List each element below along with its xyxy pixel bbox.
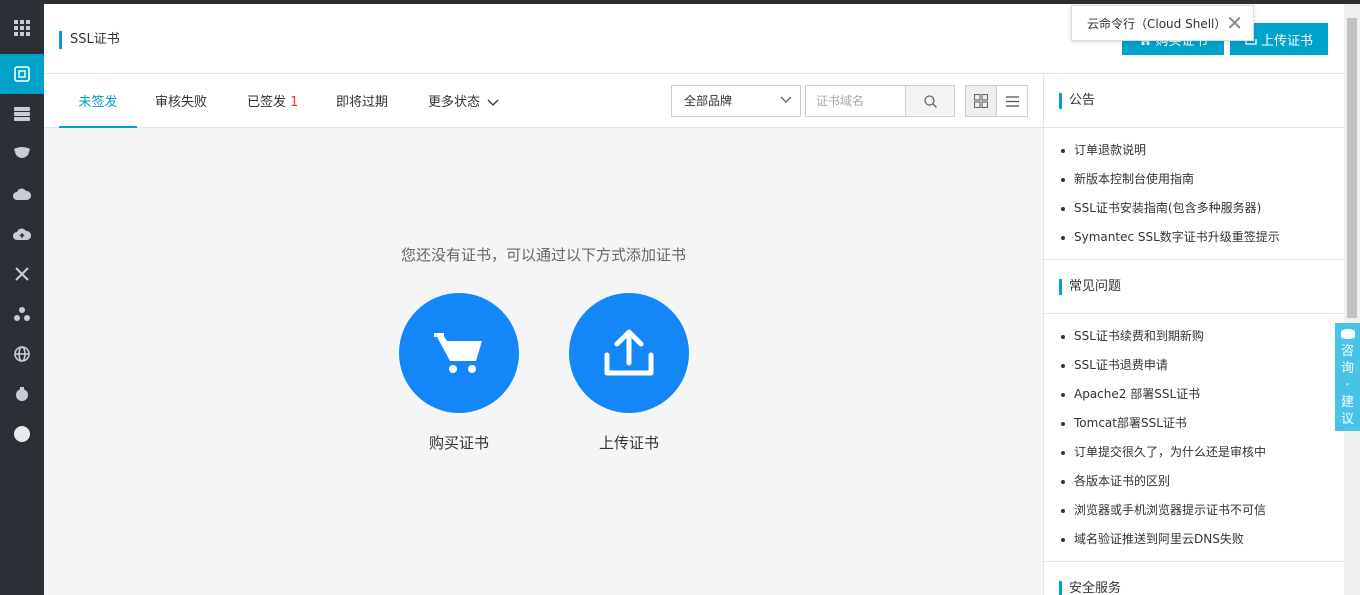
grid-view-icon (974, 94, 988, 108)
shield-icon[interactable] (0, 134, 44, 174)
faq-link[interactable]: 订单提交很久了，为什么还是审核中 (1044, 438, 1344, 467)
faq-link[interactable]: 浏览器或手机浏览器提示证书不可信 (1044, 496, 1344, 525)
shopping-cart-icon (434, 333, 482, 373)
announcements-header: 公告 (1044, 74, 1344, 128)
faq-link[interactable]: SSL证书续费和到期新购 (1044, 322, 1344, 351)
consult-char: 议 (1340, 412, 1354, 427)
announcement-link[interactable]: 订单退款说明 (1044, 136, 1344, 165)
chevron-down-icon (780, 96, 792, 103)
left-nav (0, 4, 44, 595)
search-icon (923, 94, 937, 108)
faq-title: 常见问题 (1059, 279, 1121, 295)
network-icon[interactable] (0, 254, 44, 294)
upload-certificate-circle-button[interactable] (569, 293, 689, 413)
faq-list: SSL证书续费和到期新购 SSL证书退费申请 Apache2 部署SSL证书 T… (1044, 322, 1344, 554)
tab-issued[interactable]: 已签发 1 (247, 74, 298, 128)
empty-state: 您还没有证书，可以通过以下方式添加证书 购买证书 上传证书 (44, 128, 1043, 595)
consult-char: 咨 (1340, 344, 1354, 359)
close-icon[interactable]: ✕ (1226, 13, 1243, 33)
circle-icon[interactable] (0, 414, 44, 454)
faq-header: 常见问题 (1044, 260, 1344, 314)
nodes-icon[interactable] (0, 294, 44, 334)
globe-icon[interactable] (0, 334, 44, 374)
search-button[interactable] (905, 85, 955, 117)
announcements-title: 公告 (1059, 93, 1095, 109)
announcement-link[interactable]: 新版本控制台使用指南 (1044, 165, 1344, 194)
certificate-content: 未签发 审核失败 已签发 1 即将过期 更多状态 全部品牌 证书域名 您还没有证… (44, 74, 1043, 595)
tab-label: 更多状态 (428, 95, 481, 110)
bug-icon[interactable] (0, 374, 44, 414)
announcements-list: 订单退款说明 新版本控制台使用指南 SSL证书安装指南(包含多种服务器) Sym… (1044, 136, 1344, 252)
domain-search-input[interactable] (805, 85, 906, 117)
upload-certificate-circle-label: 上传证书 (598, 434, 659, 452)
empty-state-message: 您还没有证书，可以通过以下方式添加证书 (400, 246, 686, 264)
server-list-icon[interactable] (0, 94, 44, 134)
tab-label: 未签发 (78, 95, 118, 110)
list-view-icon (1005, 95, 1019, 107)
main-area: SSL证书 购买证书 上传证书 未签发 审核失败 已签发 1 即将过期 (44, 4, 1344, 595)
consult-char: 建 (1340, 395, 1354, 410)
security-services-header: 安全服务 (1044, 562, 1344, 595)
page-scrollbar[interactable] (1344, 4, 1360, 595)
list-view-button[interactable] (996, 85, 1028, 117)
faq-link[interactable]: Apache2 部署SSL证书 (1044, 380, 1344, 409)
consult-char: · (1345, 378, 1350, 393)
chevron-down-icon (487, 99, 499, 106)
faq-link[interactable]: 各版本证书的区别 (1044, 467, 1344, 496)
faq-link[interactable]: SSL证书退费申请 (1044, 351, 1344, 380)
issued-count-badge: 1 (290, 95, 299, 110)
brand-select-value: 全部品牌 (684, 94, 733, 108)
ssl-certificate-icon[interactable] (0, 54, 44, 94)
consult-char: 询 (1340, 361, 1354, 376)
buy-certificate-circle-button[interactable] (399, 293, 519, 413)
right-sidebar: 公告 订单退款说明 新版本控制台使用指南 SSL证书安装指南(包含多种服务器) … (1043, 74, 1344, 595)
cloud-upload-icon[interactable] (0, 214, 44, 254)
tab-expiring-soon[interactable]: 即将过期 (336, 74, 388, 128)
upload-arrow-icon (604, 329, 654, 376)
faq-link[interactable]: 域名验证推送到阿里云DNS失败 (1044, 525, 1344, 554)
page-title: SSL证书 (59, 31, 120, 49)
cloud-icon[interactable] (0, 174, 44, 214)
tab-more-status[interactable]: 更多状态 (428, 74, 499, 128)
tab-unissued[interactable]: 未签发 (59, 74, 137, 128)
brand-select[interactable]: 全部品牌 (671, 85, 801, 117)
cloud-shell-tooltip-text: 云命令行（Cloud Shell） (1087, 16, 1227, 31)
announcement-link[interactable]: Symantec SSL数字证书升级重签提示 (1044, 223, 1344, 252)
tab-review-failed[interactable]: 审核失败 (155, 74, 207, 128)
cloud-shell-tooltip: 云命令行（Cloud Shell） ✕ (1071, 5, 1254, 41)
tab-label: 即将过期 (336, 95, 389, 110)
faq-link[interactable]: Tomcat部署SSL证书 (1044, 409, 1344, 438)
security-services-title: 安全服务 (1059, 581, 1121, 595)
tab-label: 审核失败 (155, 95, 208, 110)
feedback-icon (1340, 329, 1355, 339)
upload-certificate-label: 上传证书 (1260, 32, 1313, 48)
tab-label: 已签发 (247, 95, 287, 110)
buy-certificate-circle-label: 购买证书 (428, 434, 489, 452)
status-tabs: 未签发 审核失败 已签发 1 即将过期 更多状态 全部品牌 (44, 74, 1043, 128)
announcement-link[interactable]: SSL证书安装指南(包含多种服务器) (1044, 194, 1344, 223)
scrollbar-thumb[interactable] (1347, 18, 1357, 318)
apps-grid-icon[interactable] (0, 8, 44, 48)
grid-view-button[interactable] (965, 85, 997, 117)
consult-suggestion-tab[interactable]: 咨 询 · 建 议 (1335, 323, 1360, 431)
